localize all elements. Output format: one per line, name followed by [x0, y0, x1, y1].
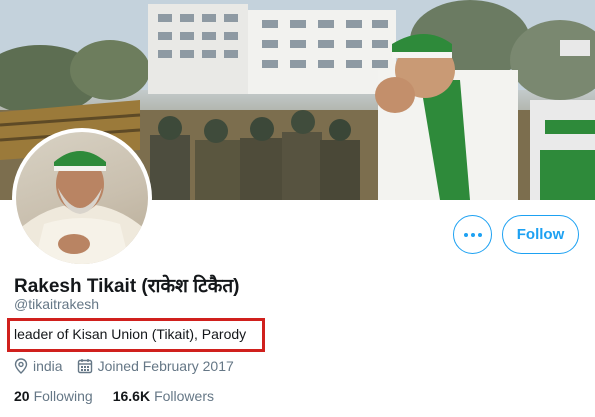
display-name: Rakesh Tikait (राकेश टिकैत): [14, 276, 240, 297]
avatar[interactable]: [12, 128, 152, 268]
calendar-icon: [77, 359, 92, 374]
location-pin-icon: [14, 358, 28, 374]
following-count: 20: [14, 388, 30, 404]
followers-link[interactable]: 16.6K Followers: [113, 388, 214, 404]
bio-text: leader of Kisan Union (Tikait), Parody: [14, 326, 247, 342]
followers-label: Followers: [154, 388, 214, 404]
more-dots-icon: [463, 232, 482, 237]
joined-text: Joined February 2017: [97, 358, 234, 374]
follow-stats: 20 Following 16.6K Followers: [14, 388, 234, 404]
joined-item: Joined February 2017: [77, 358, 234, 374]
location-item: india: [14, 358, 63, 374]
location-text: india: [33, 358, 63, 374]
following-label: Following: [33, 388, 93, 404]
profile-meta: india Joined February 2017: [14, 357, 248, 375]
followers-count: 16.6K: [112, 388, 151, 404]
following-link[interactable]: 20 Following: [14, 388, 93, 404]
avatar-photo: [16, 132, 148, 264]
more-options-button[interactable]: [453, 215, 492, 254]
follow-button[interactable]: Follow: [502, 215, 579, 254]
user-handle: @tikaitrakesh: [14, 296, 100, 312]
